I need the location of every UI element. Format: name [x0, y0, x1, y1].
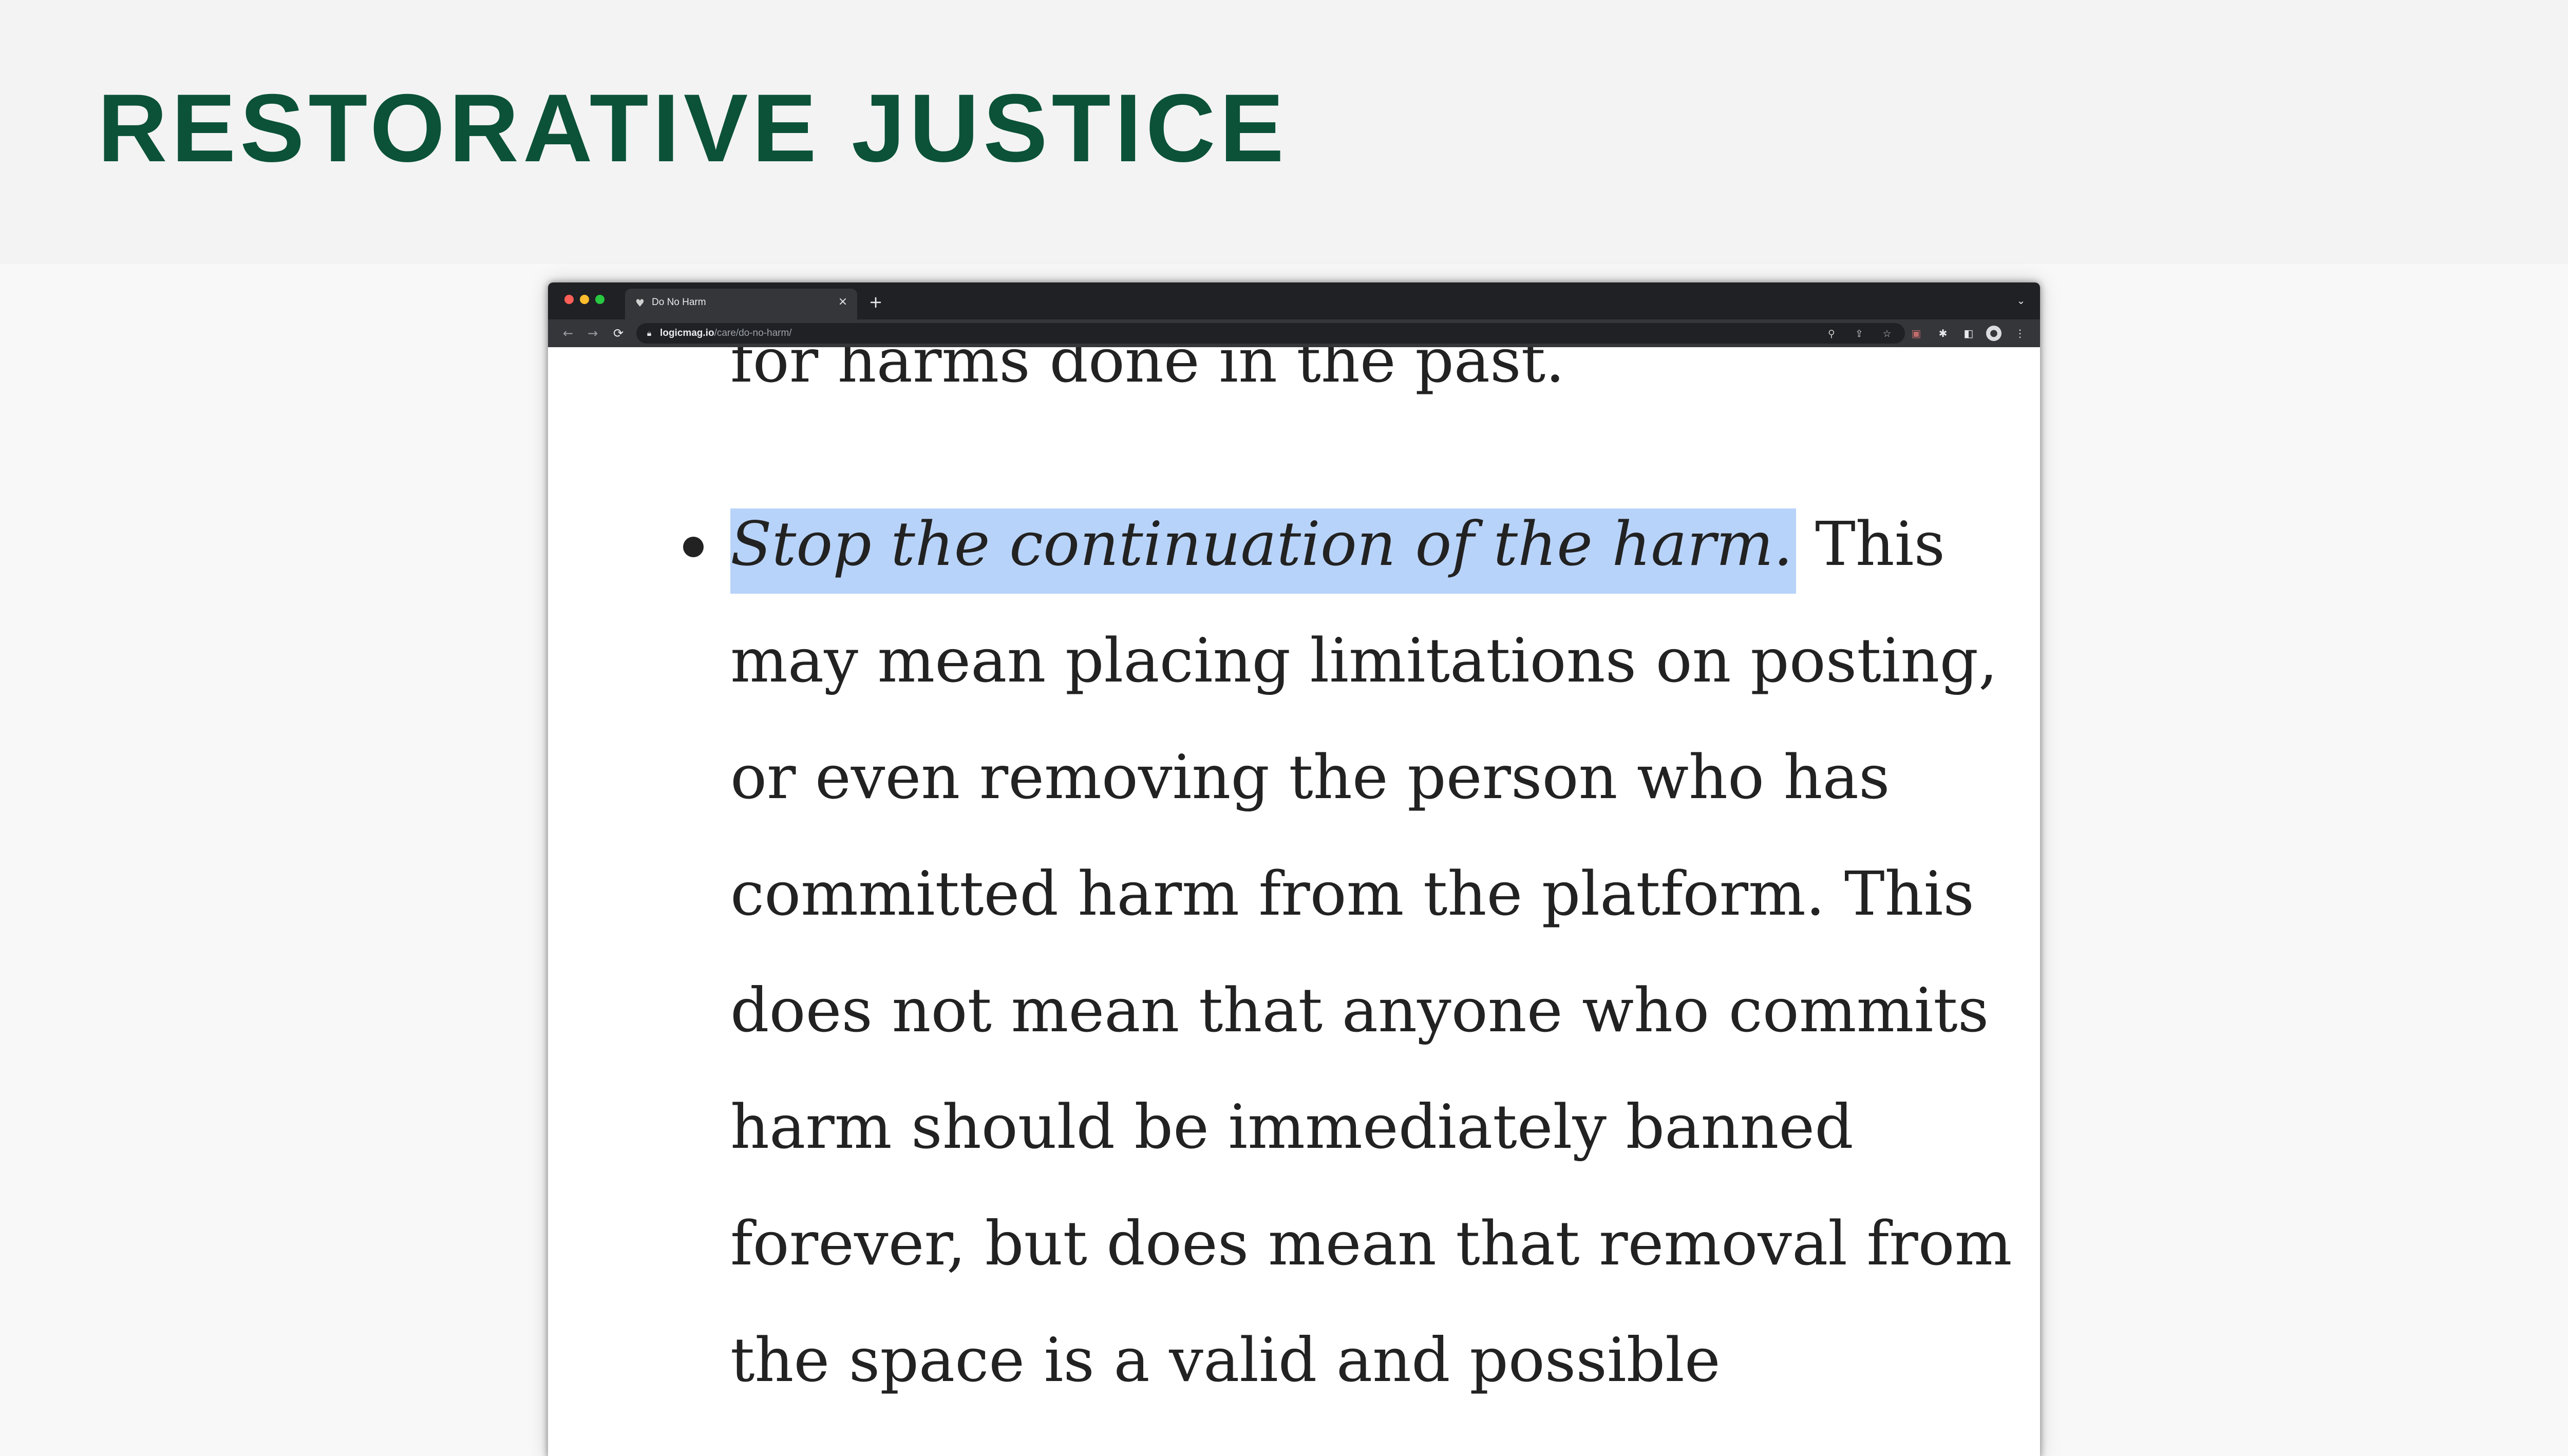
address-bar[interactable]: 🔒︎ logicmag.io/care/do-no-harm/ ⚲ ⇪ ☆ — [636, 323, 1905, 344]
logic-magazine-icon: ♥ — [635, 297, 645, 309]
browser-toolbar: ← → ⟳ 🔒︎ logicmag.io/care/do-no-harm/ ⚲ … — [548, 319, 2040, 347]
forward-icon[interactable]: → — [584, 325, 601, 342]
url-text[interactable]: logicmag.io/care/do-no-harm/ — [660, 328, 792, 339]
lock-icon[interactable]: 🔒︎ — [644, 327, 655, 339]
back-icon[interactable]: ← — [559, 325, 577, 342]
tab-do-no-harm[interactable]: ♥ Do No Harm × — [625, 289, 857, 319]
paragraph-line: committed harm from the platform. This — [730, 858, 1974, 929]
paragraph-line: or even removing the person who has — [730, 742, 1890, 812]
line-continuation: This — [1796, 508, 1946, 579]
tab-strip: ♥ Do No Harm × + ⌄ — [548, 282, 2040, 319]
close-window-button[interactable] — [564, 295, 574, 304]
url-host: logicmag.io — [660, 328, 714, 338]
reload-icon[interactable]: ⟳ — [610, 325, 627, 342]
paragraph-line: the space is a valid and possible — [730, 1325, 1721, 1395]
paragraph-line: harm should be immediately banned — [730, 1091, 1854, 1162]
new-tab-button[interactable]: + — [866, 293, 885, 311]
puzzle-icon[interactable]: ✱ — [1935, 325, 1951, 342]
browser-window: ♥ Do No Harm × + ⌄ ← → ⟳ 🔒︎ logicmag.io/… — [548, 282, 2040, 1456]
bookmark-star-icon[interactable]: ☆ — [1879, 326, 1895, 342]
minimize-window-button[interactable] — [580, 295, 589, 304]
profile-avatar[interactable]: ● — [1986, 326, 2001, 341]
tab-search-icon[interactable]: ⌄ — [2013, 293, 2029, 308]
zoom-icon[interactable]: ⚲ — [1824, 326, 1839, 342]
tab-title: Do No Harm — [652, 297, 706, 308]
url-path: /care/do-no-harm/ — [714, 328, 792, 338]
bullet-point — [683, 537, 704, 557]
bullet-paragraph: Stop the continuation of the harm. This … — [730, 486, 2012, 1419]
close-tab-icon[interactable]: × — [836, 295, 850, 309]
paragraph-line: Stop the continuation of the harm. This — [730, 486, 1989, 602]
zoom-window-button[interactable] — [595, 295, 605, 304]
menu-icon[interactable]: ⋮ — [2012, 325, 2028, 342]
paragraph-line: does not mean that anyone who commits — [730, 975, 1989, 1046]
paragraph-line: may mean placing limitations on posting, — [730, 625, 1998, 696]
paragraph-line: forever, but does mean that removal from — [730, 1208, 2012, 1279]
previous-paragraph-line: for harms done in the past. — [730, 347, 1565, 396]
share-icon[interactable]: ⇪ — [1852, 326, 1867, 342]
slide-title: RESTORATIVE JUSTICE — [98, 74, 1288, 182]
slide: RESTORATIVE JUSTICE ♥ Do No Harm × + ⌄ ←… — [0, 0, 2568, 1456]
side-panel-icon[interactable]: ◧ — [1960, 325, 1977, 342]
selected-text[interactable]: Stop the continuation of the harm. — [730, 508, 1796, 594]
page-content: for harms done in the past. Stop the con… — [548, 347, 2040, 1456]
extension-icon[interactable]: ▣ — [1908, 325, 1924, 342]
